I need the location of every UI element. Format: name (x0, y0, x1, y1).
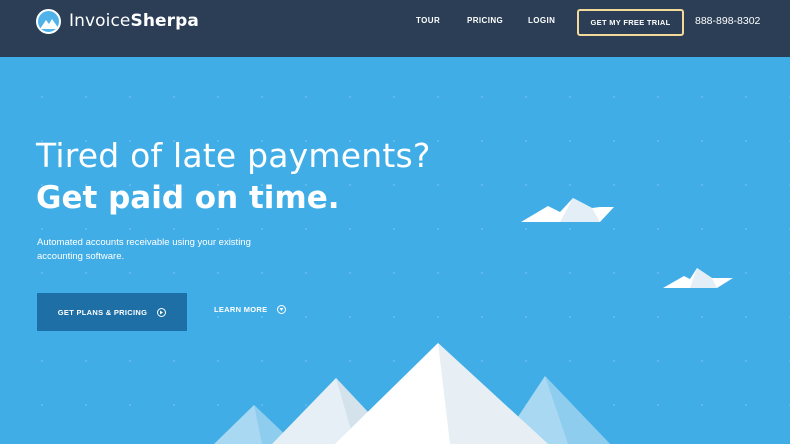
arrow-right-circle-icon (157, 307, 167, 317)
learn-more-link[interactable]: LEARN MORE (214, 305, 287, 314)
hero-headline-light: Tired of late payments? (36, 136, 431, 175)
learn-more-label: LEARN MORE (214, 305, 268, 314)
get-plans-pricing-button[interactable]: GET PLANS & PRICING (37, 293, 187, 331)
mountain-illustration (214, 198, 733, 444)
get-plans-pricing-label: GET PLANS & PRICING (57, 307, 148, 317)
hero-subtext: Automated accounts receivable using your… (37, 237, 251, 262)
chevron-down-circle-icon (277, 305, 287, 314)
hero-headline-bold: Get paid on time. (36, 180, 340, 216)
cloud-right-icon (663, 268, 733, 288)
cloud-left-icon (521, 198, 614, 222)
